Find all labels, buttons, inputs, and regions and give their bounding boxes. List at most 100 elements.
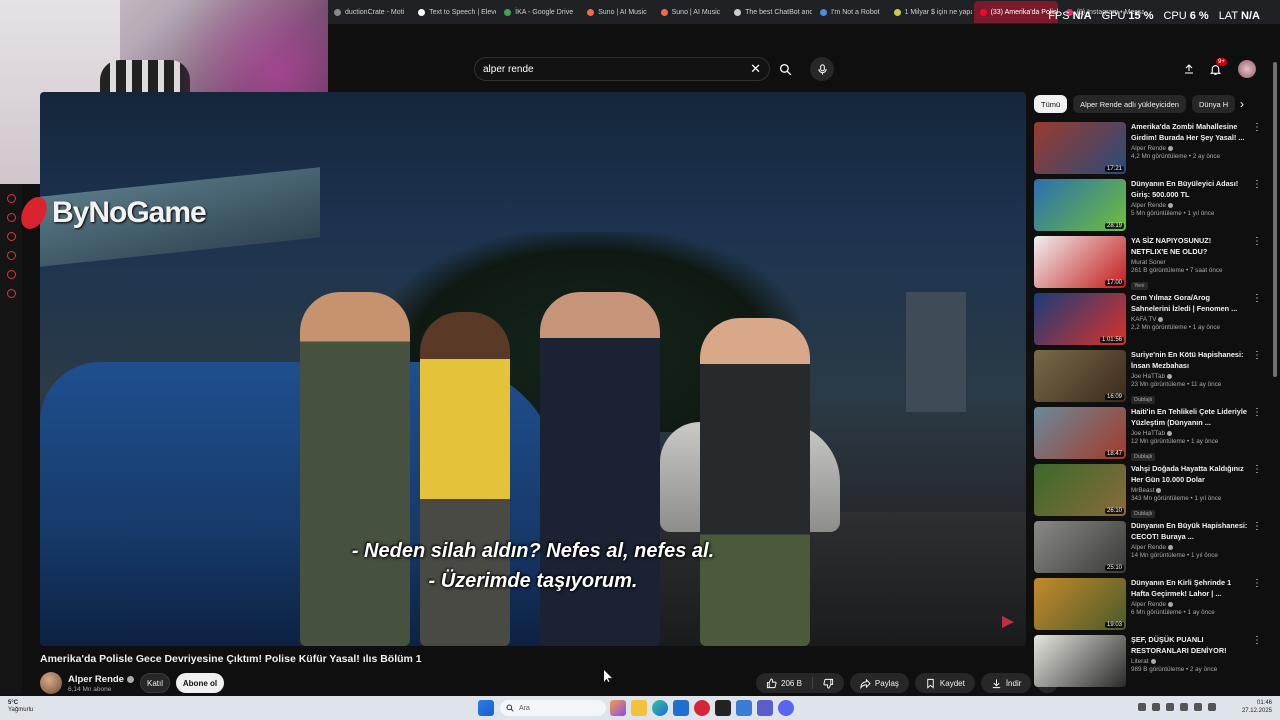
more-vertical-icon[interactable]: ⋮ xyxy=(1252,180,1262,190)
recommendation-title[interactable]: Suriye'nin En Kötü Hapishanesi: İnsan Me… xyxy=(1131,350,1249,371)
browser-tab[interactable]: 1 Milyar $ için ne yapa xyxy=(888,1,972,23)
recommendation-title[interactable]: Vahşi Doğada Hayatta Kaldığınız Her Gün … xyxy=(1131,464,1249,485)
recommendation-item[interactable]: 26:10 Vahşi Doğada Hayatta Kaldığınız Her… xyxy=(1034,464,1262,521)
recommendation-channel[interactable]: KAFA TV xyxy=(1131,316,1249,323)
recommendation-channel[interactable]: Joe HaTTab xyxy=(1131,373,1249,380)
tray-icon-2[interactable] xyxy=(1152,703,1160,711)
recommendation-title[interactable]: Amerika'da Zombi Mahallesine Girdim! Bur… xyxy=(1131,122,1249,143)
recommendation-title[interactable]: YA SİZ NAPIYOSUNUZ! NETFLIX'E NE OLDU? xyxy=(1131,236,1249,257)
discord-icon[interactable] xyxy=(778,700,794,716)
tray-icon-4[interactable] xyxy=(1180,703,1188,711)
browser-tab[interactable]: İKA - Google Drive xyxy=(498,1,579,23)
browser-tab[interactable]: Text to Speech | Eleven xyxy=(412,1,496,23)
game-launcher-icon[interactable] xyxy=(715,700,731,716)
stream-icon-2[interactable] xyxy=(6,213,16,222)
file-explorer-icon[interactable] xyxy=(631,700,647,716)
channel-name-link[interactable]: Alper Rende xyxy=(68,674,134,685)
more-vertical-icon[interactable]: ⋮ xyxy=(1252,123,1262,133)
recommendation-thumbnail[interactable]: 16:09 xyxy=(1034,350,1126,402)
recommendation-title[interactable]: Cem Yılmaz Gora/Arog Sahnelerini İzledi … xyxy=(1131,293,1249,314)
edge-icon[interactable] xyxy=(652,700,668,716)
recommendation-title[interactable]: ŞEF, DÜŞÜK PUANLI RESTORANLARI DENİYOR! xyxy=(1131,635,1249,656)
filter-chip[interactable]: Tümü xyxy=(1034,95,1068,113)
recommendation-item[interactable]: 18:47 Haiti'in En Tehlikeli Çete Lideriyl… xyxy=(1034,407,1262,464)
create-upload-button[interactable] xyxy=(1180,60,1198,78)
teams-icon[interactable] xyxy=(757,700,773,716)
chips-next-icon[interactable]: › xyxy=(1234,95,1250,113)
recommendation-title[interactable]: Dünyanın En Büyük Hapishanesi: CECOT! Bu… xyxy=(1131,521,1249,542)
channel-avatar[interactable] xyxy=(40,672,62,694)
download-button[interactable]: İndir xyxy=(980,673,1032,693)
windows-start-icon[interactable] xyxy=(478,700,494,716)
browser-tab[interactable]: ductionCrate - Moti xyxy=(328,1,410,23)
recommendation-channel[interactable]: MrBeast xyxy=(1131,487,1249,494)
recommendation-item[interactable]: 19:03 Dünyanın En Kirli Şehrinde 1 Hafta … xyxy=(1034,578,1262,635)
vpn-icon[interactable] xyxy=(736,700,752,716)
stream-icon-4[interactable] xyxy=(6,251,16,260)
search-button[interactable] xyxy=(772,57,798,81)
recommendation-item[interactable]: 17:21 Amerika'da Zombi Mahallesine Girdim… xyxy=(1034,122,1262,179)
browser-tab[interactable]: I'm Not a Robot xyxy=(814,1,885,23)
recommendation-item[interactable]: 16:09 Suriye'nin En Kötü Hapishanesi: İns… xyxy=(1034,350,1262,407)
recommendation-title[interactable]: Dünyanın En Kirli Şehrinde 1 Hafta Geçir… xyxy=(1131,578,1249,599)
video-player[interactable]: - Neden silah aldın? Nefes al, nefes al.… xyxy=(40,92,1026,646)
recommendation-channel[interactable]: Joe HaTTab xyxy=(1131,430,1249,437)
recommendation-channel[interactable]: Alper Rende xyxy=(1131,544,1249,551)
recommendation-item[interactable]: 28:19 Dünyanın En Büyüleyici Adası! Giriş… xyxy=(1034,179,1262,236)
browser-tab[interactable]: Suno | AI Music xyxy=(655,1,727,23)
more-vertical-icon[interactable]: ⋮ xyxy=(1252,351,1262,361)
share-button[interactable]: Paylaş xyxy=(849,673,909,693)
browser-tab[interactable]: The best ChatBot and V xyxy=(728,1,812,23)
account-avatar[interactable] xyxy=(1238,60,1256,78)
recommendation-thumbnail[interactable]: 28:19 xyxy=(1034,179,1126,231)
recommendation-channel[interactable]: Literat xyxy=(1131,658,1249,665)
copilot-icon[interactable] xyxy=(610,700,626,716)
stream-icon-6[interactable] xyxy=(6,289,16,298)
stream-icon-3[interactable] xyxy=(6,232,16,241)
stream-icon-5[interactable] xyxy=(6,270,16,279)
recommendation-title[interactable]: Haiti'in En Tehlikeli Çete Lideriyle Yüz… xyxy=(1131,407,1249,428)
more-vertical-icon[interactable]: ⋮ xyxy=(1252,237,1262,247)
more-vertical-icon[interactable]: ⋮ xyxy=(1252,408,1262,418)
filter-chip[interactable]: Dünya H xyxy=(1191,95,1236,113)
store-icon[interactable] xyxy=(673,700,689,716)
more-vertical-icon[interactable]: ⋮ xyxy=(1252,579,1262,589)
recommendation-item[interactable]: 17:00 YA SİZ NAPIYOSUNUZ! NETFLIX'E NE OL… xyxy=(1034,236,1262,293)
recommendation-thumbnail[interactable]: 26:10 xyxy=(1034,464,1126,516)
recommendation-thumbnail[interactable]: 17:00 xyxy=(1034,236,1126,288)
opera-icon[interactable] xyxy=(694,700,710,716)
recommendation-item[interactable]: ŞEF, DÜŞÜK PUANLI RESTORANLARI DENİYOR! L… xyxy=(1034,635,1262,692)
more-vertical-icon[interactable]: ⋮ xyxy=(1252,465,1262,475)
recommendation-channel[interactable]: Alper Rende xyxy=(1131,202,1249,209)
save-button[interactable]: Kaydet xyxy=(914,673,975,693)
recommendation-thumbnail[interactable]: 25:10 xyxy=(1034,521,1126,573)
recommendation-title[interactable]: Dünyanın En Büyüleyici Adası! Giriş: 500… xyxy=(1131,179,1249,200)
recommendation-channel[interactable]: Alper Rende xyxy=(1131,145,1249,152)
more-vertical-icon[interactable]: ⋮ xyxy=(1252,522,1262,532)
recommendation-thumbnail[interactable] xyxy=(1034,635,1126,687)
page-scrollbar[interactable] xyxy=(1273,62,1277,377)
stream-icon-1[interactable] xyxy=(6,194,16,203)
search-input[interactable] xyxy=(483,63,751,75)
voice-search-button[interactable] xyxy=(810,57,834,81)
recommendation-thumbnail[interactable]: 19:03 xyxy=(1034,578,1126,630)
tray-icon-1[interactable] xyxy=(1138,703,1146,711)
more-vertical-icon[interactable]: ⋮ xyxy=(1252,294,1262,304)
wifi-icon[interactable] xyxy=(1194,703,1202,711)
recommendation-thumbnail[interactable]: 1:01:56 xyxy=(1034,293,1126,345)
join-button[interactable]: Katıl xyxy=(140,673,170,693)
recommendation-item[interactable]: 25:10 Dünyanın En Büyük Hapishanesi: CECO… xyxy=(1034,521,1262,578)
recommendation-channel[interactable]: Murat Soner xyxy=(1131,259,1249,266)
clock[interactable]: 01:46 27.12.2025 xyxy=(1242,700,1272,715)
subscribe-button[interactable]: Abone ol xyxy=(176,673,224,693)
browser-tab[interactable]: Suno | AI Music xyxy=(581,1,653,23)
filter-chip[interactable]: Alper Rende adlı yükleyiciden xyxy=(1073,95,1186,113)
like-button[interactable]: 206 B xyxy=(756,673,812,693)
dislike-button[interactable] xyxy=(813,673,844,693)
recommendation-thumbnail[interactable]: 18:47 xyxy=(1034,407,1126,459)
browser-tab[interactable]: (33) Amerika'da Polisle G xyxy=(973,1,1058,23)
tray-icon-3[interactable] xyxy=(1166,703,1174,711)
weather-widget[interactable]: 5°C Yağmurlu xyxy=(8,700,33,714)
recommendation-channel[interactable]: Alper Rende xyxy=(1131,601,1249,608)
taskbar-search[interactable]: Ara xyxy=(500,700,606,716)
